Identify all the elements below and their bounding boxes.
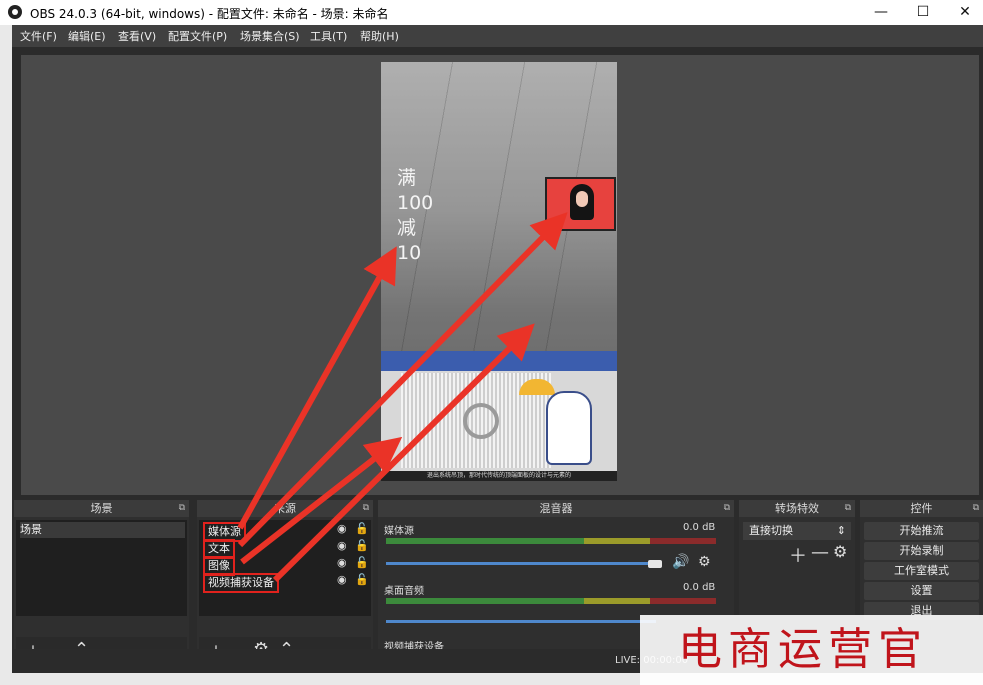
arrow-image [237, 212, 568, 548]
arrow-video [272, 323, 535, 583]
annotation-arrows [237, 212, 568, 583]
watermark-logo: 电商运营官 [640, 615, 983, 685]
